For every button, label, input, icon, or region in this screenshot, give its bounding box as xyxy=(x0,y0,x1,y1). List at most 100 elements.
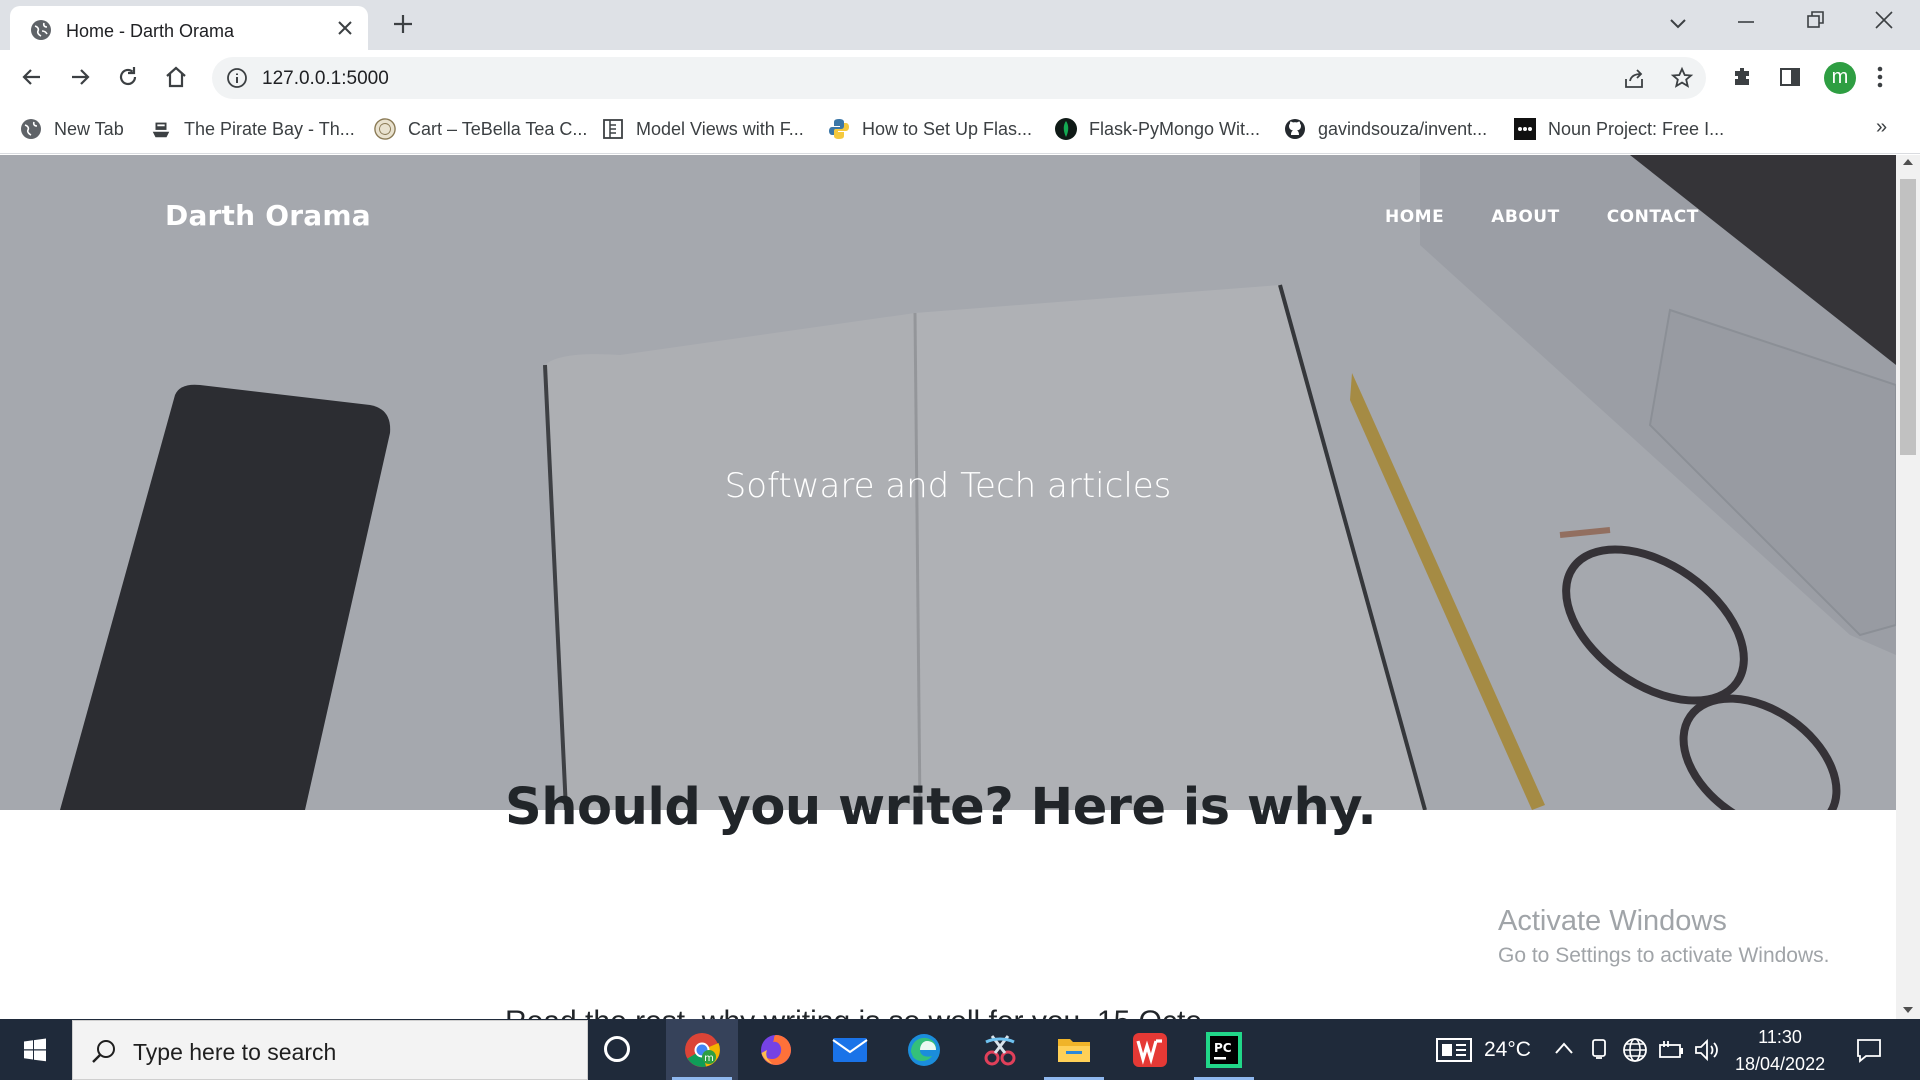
restore-icon[interactable] xyxy=(1806,10,1826,30)
bookmark-label: Flask-PyMongo Wit... xyxy=(1089,118,1261,139)
svg-text:m: m xyxy=(704,1053,714,1064)
tab-title: Home - Darth Orama xyxy=(66,21,235,41)
close-tab-icon[interactable] xyxy=(336,19,354,37)
cortana-icon[interactable] xyxy=(604,1036,630,1062)
bookmark-label: gavindsouza/invent... xyxy=(1318,118,1488,139)
post-subtitle[interactable]: Read the rest, why writing is so well fo… xyxy=(505,1005,1227,1019)
bookmark-label: The Pirate Bay - Th... xyxy=(184,118,355,139)
page-viewport: Darth Orama HOME ABOUT CONTACT Software … xyxy=(0,155,1896,1019)
scroll-down-arrow-icon[interactable] xyxy=(1903,1007,1913,1013)
page-scrollbar[interactable] xyxy=(1896,155,1920,1019)
extensions-icon[interactable] xyxy=(1730,65,1754,89)
wps-office-icon xyxy=(1132,1032,1168,1068)
scrollbar-thumb[interactable] xyxy=(1900,179,1916,455)
bookmark-label: Noun Project: Free I... xyxy=(1548,118,1725,139)
nav-contact-link[interactable]: CONTACT xyxy=(1607,207,1699,227)
github-icon xyxy=(1284,118,1306,140)
nav-about-link[interactable]: ABOUT xyxy=(1491,207,1559,227)
document-icon xyxy=(602,118,624,140)
bookmark-label: Model Views with F... xyxy=(636,118,804,139)
windows-taskbar: Type here to search m PC 24°C 11:30 18/0… xyxy=(0,1019,1920,1080)
taskbar-search-box[interactable]: Type here to search xyxy=(72,1020,588,1080)
scroll-up-arrow-icon[interactable] xyxy=(1903,159,1913,165)
network-globe-icon[interactable] xyxy=(1622,1037,1648,1063)
bookmark-label: Cart – TeBella Tea C... xyxy=(408,118,588,139)
taskbar-snipping-tool-button[interactable] xyxy=(964,1019,1036,1080)
watermark-title: Activate Windows xyxy=(1498,905,1727,937)
firefox-icon xyxy=(759,1033,793,1067)
bookmark-github[interactable]: gavindsouza/invent... xyxy=(1284,114,1487,144)
temperature-text[interactable]: 24°C xyxy=(1484,1038,1531,1062)
chrome-icon: m xyxy=(684,1032,720,1068)
back-icon[interactable] xyxy=(20,65,44,89)
bookmark-star-icon[interactable] xyxy=(1670,66,1694,90)
notifications-icon[interactable] xyxy=(1856,1037,1882,1063)
site-nav: HOME ABOUT CONTACT xyxy=(1385,207,1746,227)
bookmarks-bar: New Tab The Pirate Bay - Th... Cart – Te… xyxy=(0,106,1920,154)
file-explorer-icon xyxy=(1056,1035,1092,1065)
bookmark-noun-project[interactable]: Noun Project: Free I... xyxy=(1514,114,1724,144)
taskbar-edge-button[interactable] xyxy=(888,1019,960,1080)
chevron-up-icon[interactable] xyxy=(1554,1040,1574,1056)
mail-icon xyxy=(832,1036,868,1064)
clock-date: 18/04/2022 xyxy=(1735,1054,1826,1074)
bookmark-flask-pymongo[interactable]: Flask-PyMongo Wit... xyxy=(1055,114,1260,144)
edge-icon xyxy=(906,1032,942,1068)
taskbar-firefox-button[interactable] xyxy=(740,1019,812,1080)
news-weather-icon[interactable] xyxy=(1436,1037,1472,1063)
svg-text:PC: PC xyxy=(1214,1041,1232,1055)
meet-now-icon[interactable] xyxy=(1590,1038,1608,1060)
clock-time: 11:30 xyxy=(1758,1027,1802,1047)
profile-avatar[interactable]: m xyxy=(1824,62,1856,94)
search-placeholder: Type here to search xyxy=(133,1039,337,1065)
search-icon xyxy=(91,1038,117,1064)
battery-icon[interactable] xyxy=(1658,1039,1684,1061)
bookmark-label: New Tab xyxy=(54,118,124,139)
bookmark-pirate-bay[interactable]: The Pirate Bay - Th... xyxy=(150,114,355,144)
noun-project-icon xyxy=(1514,118,1536,140)
pycharm-icon: PC xyxy=(1206,1031,1242,1068)
nav-home-link[interactable]: HOME xyxy=(1385,207,1444,227)
taskbar-pycharm-button[interactable]: PC xyxy=(1188,1019,1260,1080)
taskbar-clock[interactable]: 11:30 18/04/2022 xyxy=(1735,1027,1825,1075)
taskbar-wps-office-button[interactable] xyxy=(1114,1019,1186,1080)
new-tab-icon[interactable] xyxy=(392,13,414,35)
url-text[interactable]: 127.0.0.1:5000 xyxy=(262,68,389,90)
start-button[interactable] xyxy=(0,1019,70,1080)
bookmark-label: How to Set Up Flas... xyxy=(862,118,1033,139)
volume-icon[interactable] xyxy=(1694,1038,1720,1062)
taskbar-mail-button[interactable] xyxy=(814,1019,886,1080)
bookmark-new-tab[interactable]: New Tab xyxy=(20,114,124,144)
taskbar-file-explorer-button[interactable] xyxy=(1038,1019,1110,1080)
info-icon[interactable] xyxy=(226,67,248,89)
bookmark-model-views[interactable]: Model Views with F... xyxy=(602,114,804,144)
active-tab[interactable]: Home - Darth Orama xyxy=(10,6,368,50)
post-title-link[interactable]: Should you write? Here is why. xyxy=(505,778,1377,837)
bookmarks-overflow-button[interactable]: » xyxy=(1876,116,1887,139)
tab-strip: Home - Darth Orama xyxy=(0,0,1920,50)
minimize-icon[interactable] xyxy=(1736,10,1758,32)
globe-icon xyxy=(20,118,42,140)
side-panel-icon[interactable] xyxy=(1778,65,1802,89)
globe-icon xyxy=(30,19,52,41)
address-bar[interactable]: 127.0.0.1:5000 xyxy=(212,57,1706,99)
windows-logo-icon xyxy=(23,1038,47,1062)
python-icon xyxy=(828,118,850,140)
chevron-down-icon[interactable] xyxy=(1668,13,1688,33)
hero-subheading: Software and Tech articles xyxy=(724,466,1172,506)
share-icon[interactable] xyxy=(1622,67,1646,91)
watermark-subtitle: Go to Settings to activate Windows. xyxy=(1498,944,1830,967)
snipping-tool-icon xyxy=(982,1032,1018,1068)
bookmark-flask-setup[interactable]: How to Set Up Flas... xyxy=(828,114,1032,144)
activate-windows-watermark: Activate Windows Go to Settings to activ… xyxy=(1498,905,1830,968)
close-window-icon[interactable] xyxy=(1874,10,1894,30)
taskbar-chrome-button[interactable]: m xyxy=(666,1019,738,1080)
mongodb-leaf-icon xyxy=(1055,118,1077,140)
reload-icon[interactable] xyxy=(116,65,140,89)
menu-kebab-icon[interactable] xyxy=(1876,65,1884,89)
forward-icon[interactable] xyxy=(68,65,92,89)
home-icon[interactable] xyxy=(164,65,188,89)
site-brand-link[interactable]: Darth Orama xyxy=(165,199,371,232)
hero-header: Darth Orama HOME ABOUT CONTACT Software … xyxy=(0,155,1896,810)
bookmark-tebella[interactable]: Cart – TeBella Tea C... xyxy=(374,114,587,144)
